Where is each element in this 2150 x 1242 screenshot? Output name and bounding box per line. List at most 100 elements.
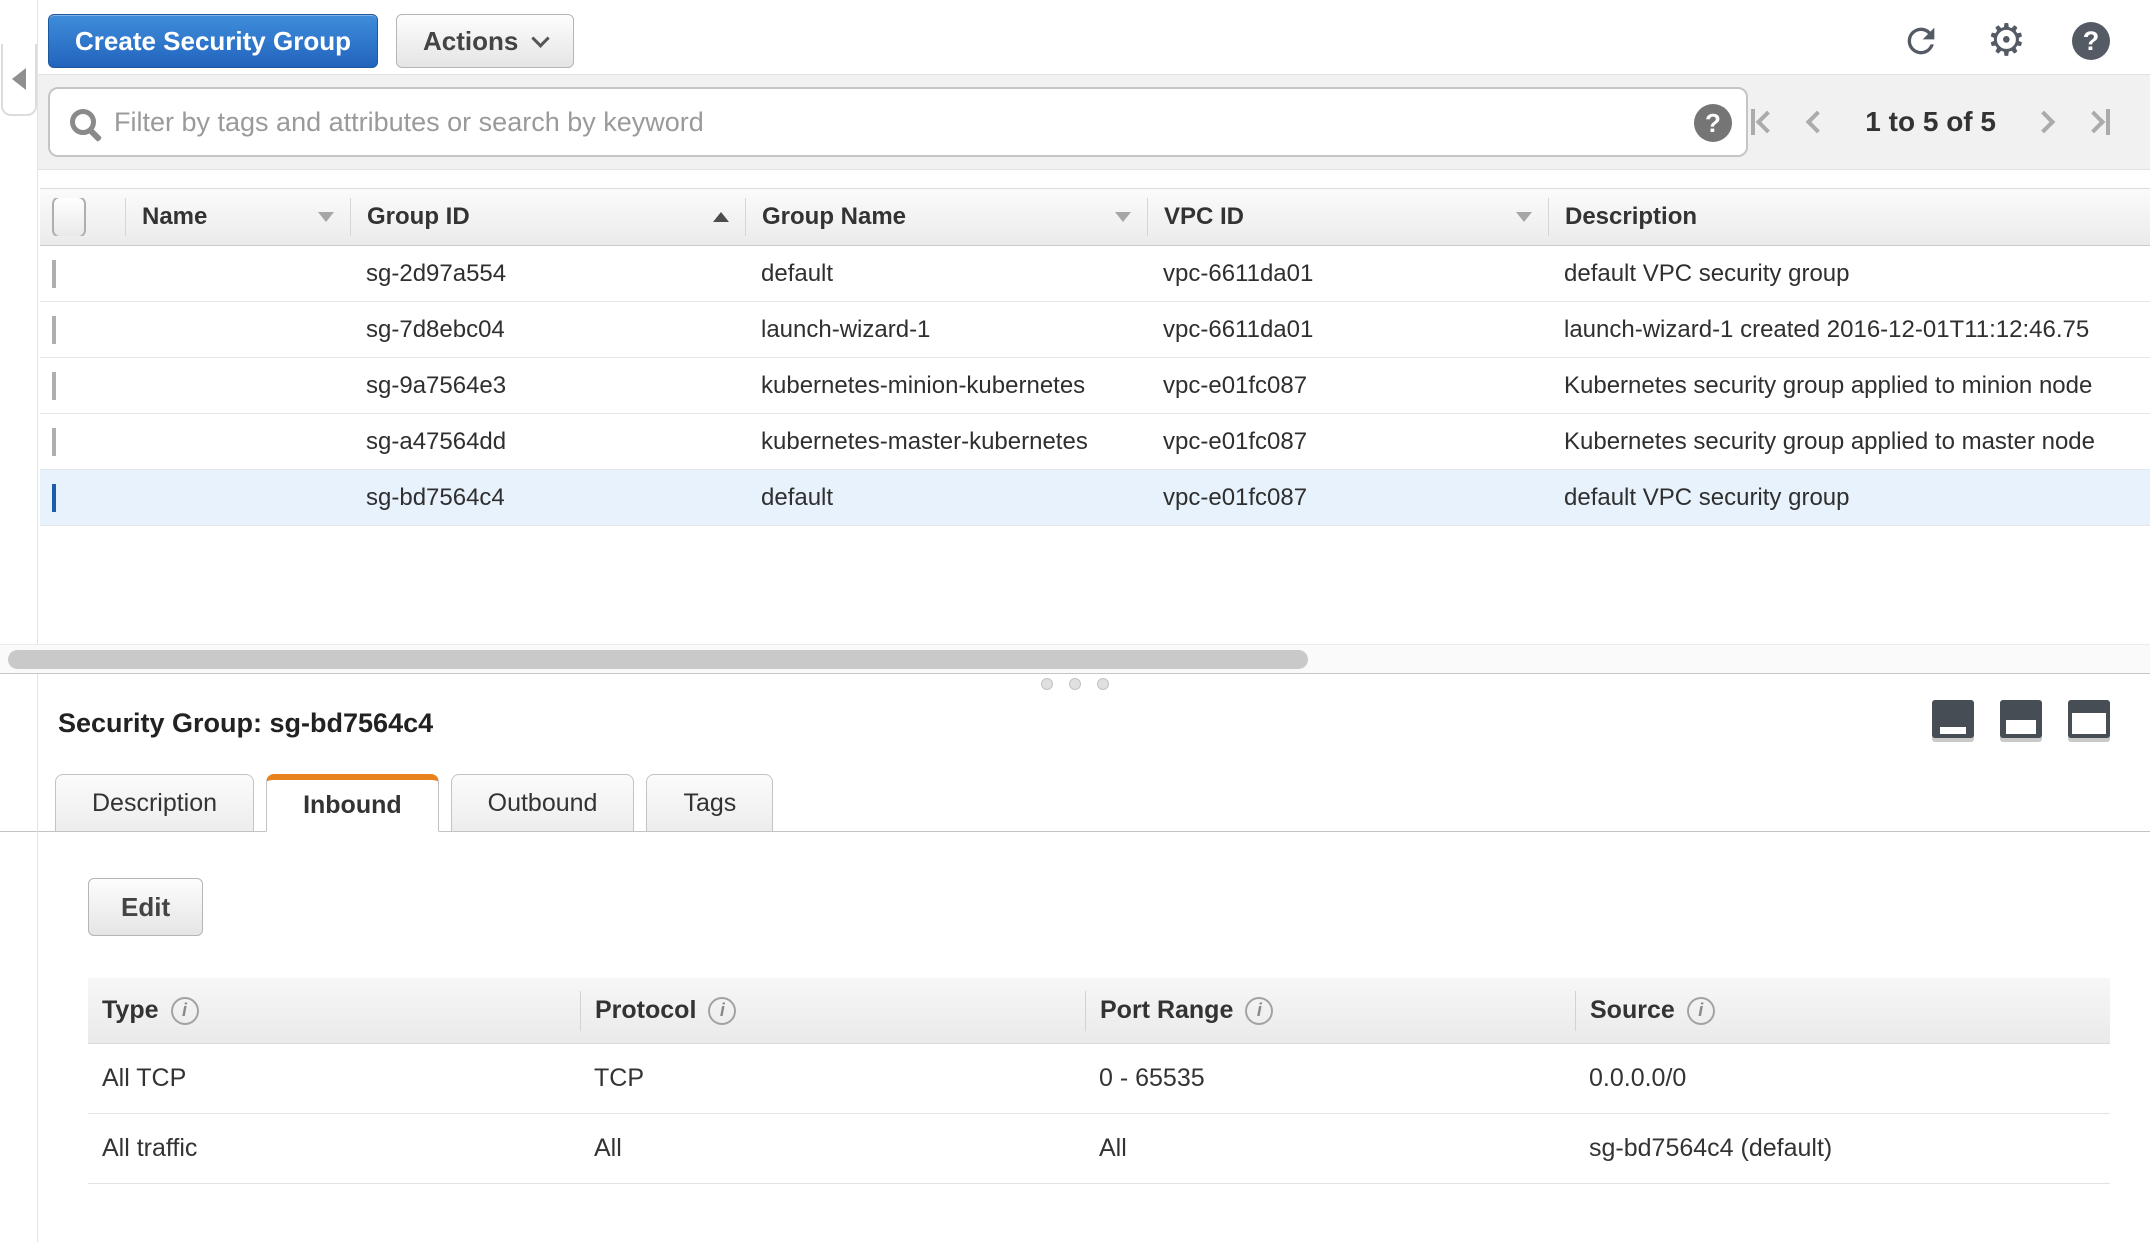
- rule-type: All TCP: [102, 1064, 187, 1092]
- table-row[interactable]: sg-a47564dd kubernetes-master-kubernetes…: [40, 414, 2150, 470]
- column-header-group-name[interactable]: Group Name: [745, 198, 1147, 236]
- pagination-prev-button[interactable]: [1805, 110, 1829, 134]
- column-header-description[interactable]: Description: [1548, 198, 2150, 236]
- cell-description: default VPC security group: [1564, 483, 1850, 511]
- actions-button[interactable]: Actions: [395, 14, 575, 68]
- cell-vpc-id: vpc-e01fc087: [1163, 427, 1308, 455]
- info-icon[interactable]: i: [1245, 996, 1274, 1025]
- filter-help-icon[interactable]: ?: [1694, 104, 1732, 142]
- cell-vpc-id: vpc-e01fc087: [1163, 483, 1308, 511]
- actions-button-label: Actions: [422, 25, 519, 56]
- horizontal-scrollbar-track[interactable]: [0, 644, 2150, 674]
- cell-group-id: sg-a47564dd: [366, 427, 507, 455]
- column-label: Group Name: [762, 203, 907, 230]
- column-header-vpc-id[interactable]: VPC ID: [1147, 198, 1548, 236]
- column-label: Port Range: [1100, 996, 1234, 1024]
- rule-type: All traffic: [102, 1134, 198, 1162]
- pagination-range-text: 1 to 5 of 5: [1865, 106, 1996, 137]
- row-checkbox[interactable]: [52, 371, 56, 400]
- sidebar-edge-divider: [37, 0, 38, 1242]
- row-check-cell: [40, 483, 125, 512]
- pagination-last-button[interactable]: [2082, 109, 2110, 135]
- row-checkbox-checked[interactable]: [52, 483, 56, 512]
- create-security-group-button[interactable]: Create Security Group: [48, 14, 378, 68]
- rule-source: 0.0.0.0/0: [1589, 1064, 1687, 1092]
- cell-description: Kubernetes security group applied to min…: [1564, 371, 2093, 399]
- rule-row: All TCP TCP 0 - 65535 0.0.0.0/0: [88, 1044, 2110, 1114]
- refresh-icon[interactable]: [1901, 21, 1941, 61]
- pane-layout-small-icon[interactable]: [1932, 700, 1974, 738]
- select-all-checkbox[interactable]: [52, 198, 86, 236]
- filter-input[interactable]: [114, 106, 1686, 138]
- column-header-name[interactable]: Name: [125, 198, 350, 236]
- edit-button[interactable]: Edit: [88, 878, 204, 936]
- cell-group-id: sg-7d8ebc04: [366, 315, 505, 343]
- toolbar: Create Security Group Actions ⚙ ?: [0, 0, 2150, 68]
- table-row[interactable]: sg-7d8ebc04 launch-wizard-1 vpc-6611da01…: [40, 302, 2150, 358]
- pagination-first-button[interactable]: [1751, 109, 1779, 135]
- pagination-next-button[interactable]: [2032, 110, 2056, 134]
- tab-outbound[interactable]: Outbound: [450, 774, 635, 832]
- chevron-left-icon: [1755, 110, 1779, 134]
- rules-column-port-range: Port Range i: [1085, 990, 1575, 1031]
- gear-icon[interactable]: ⚙: [1987, 19, 2026, 63]
- info-icon[interactable]: i: [1686, 996, 1715, 1025]
- last-page-icon: [2106, 109, 2110, 135]
- pane-layout-large-icon[interactable]: [2068, 700, 2110, 738]
- table-row[interactable]: sg-2d97a554 default vpc-6611da01 default…: [40, 246, 2150, 302]
- security-groups-page: Create Security Group Actions ⚙ ? ?: [0, 0, 2150, 1242]
- pane-layout-controls: [1932, 700, 2110, 738]
- pane-layout-medium-icon[interactable]: [2000, 700, 2042, 738]
- horizontal-scrollbar-thumb[interactable]: [8, 650, 1308, 669]
- cell-vpc-id: vpc-e01fc087: [1163, 371, 1308, 399]
- sort-arrow-icon: [1516, 212, 1532, 222]
- rule-protocol: All: [594, 1134, 622, 1162]
- cell-description: launch-wizard-1 created 2016-12-01T11:12…: [1564, 315, 2090, 343]
- select-all-cell: [40, 198, 125, 236]
- column-label: VPC ID: [1164, 203, 1245, 230]
- pagination: 1 to 5 of 5: [1751, 106, 2110, 138]
- sort-arrow-icon: [318, 212, 334, 222]
- sort-arrow-icon: [1115, 212, 1131, 222]
- tab-tags[interactable]: Tags: [646, 774, 774, 832]
- tab-description[interactable]: Description: [55, 774, 255, 832]
- toolbar-icons: ⚙ ?: [1901, 19, 2110, 63]
- cell-group-name: kubernetes-minion-kubernetes: [761, 371, 1086, 399]
- filter-box[interactable]: ?: [48, 87, 1748, 157]
- column-label: Type: [102, 996, 159, 1024]
- search-icon: [70, 109, 96, 135]
- chevron-right-icon: [2082, 110, 2106, 134]
- column-header-group-id[interactable]: Group ID: [350, 198, 745, 236]
- column-label: Name: [142, 203, 208, 230]
- edit-button-row: Edit: [0, 832, 2150, 936]
- cell-group-id: sg-bd7564c4: [366, 483, 505, 511]
- collapse-arrow-icon: [12, 68, 26, 90]
- cell-group-name: default: [761, 483, 834, 511]
- details-tabbar: Description Inbound Outbound Tags: [0, 773, 2150, 832]
- info-icon[interactable]: i: [170, 996, 199, 1025]
- splitter-dot-icon: [1097, 678, 1109, 690]
- help-icon[interactable]: ?: [2072, 22, 2110, 60]
- splitter-dot-icon: [1041, 678, 1053, 690]
- cell-group-id: sg-2d97a554: [366, 259, 507, 287]
- table-row[interactable]: sg-9a7564e3 kubernetes-minion-kubernetes…: [40, 358, 2150, 414]
- row-checkbox[interactable]: [52, 259, 56, 288]
- table-row-selected[interactable]: sg-bd7564c4 default vpc-e01fc087 default…: [40, 470, 2150, 526]
- row-check-cell: [40, 259, 125, 288]
- cell-vpc-id: vpc-6611da01: [1163, 259, 1314, 287]
- row-checkbox[interactable]: [52, 427, 56, 456]
- security-groups-table: Name Group ID Group Name VPC ID Descript…: [40, 188, 2150, 526]
- rule-row: All traffic All All sg-bd7564c4 (default…: [88, 1114, 2110, 1184]
- cell-group-name: launch-wizard-1: [761, 315, 931, 343]
- cell-description: default VPC security group: [1564, 259, 1850, 287]
- row-checkbox[interactable]: [52, 315, 56, 344]
- sidebar-collapse-handle[interactable]: [1, 44, 37, 116]
- info-icon[interactable]: i: [708, 996, 737, 1025]
- pane-splitter-handle[interactable]: [0, 674, 2150, 694]
- rules-column-type: Type i: [88, 991, 580, 1031]
- cell-group-id: sg-9a7564e3: [366, 371, 507, 399]
- row-check-cell: [40, 371, 125, 400]
- rules-column-protocol: Protocol i: [580, 990, 1085, 1031]
- tab-inbound[interactable]: Inbound: [266, 774, 439, 832]
- column-label: Source: [1590, 996, 1675, 1024]
